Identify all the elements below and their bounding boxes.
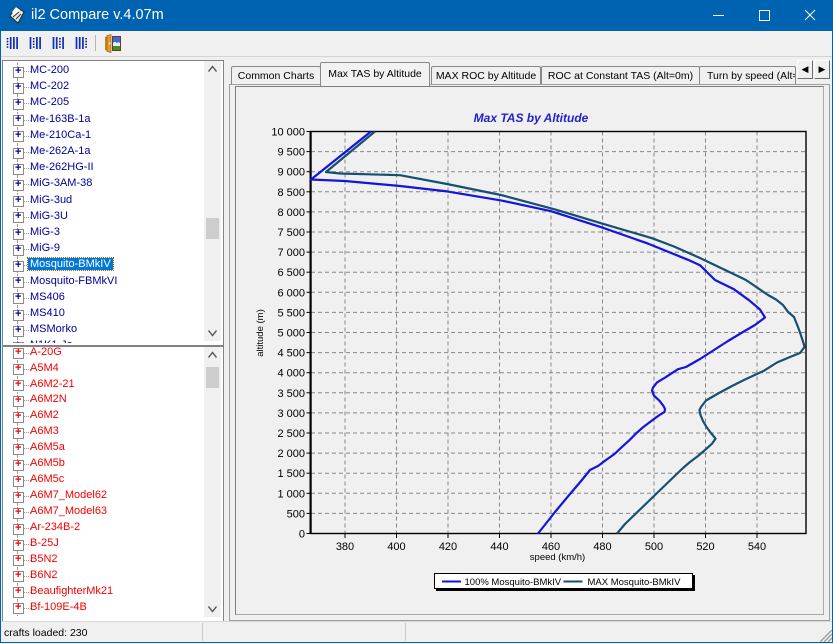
- svg-text:1 000: 1 000: [277, 488, 305, 500]
- svg-text:3 000: 3 000: [277, 408, 305, 420]
- svg-text:6 500: 6 500: [277, 267, 305, 279]
- svg-text:4 500: 4 500: [277, 348, 305, 360]
- svg-text:500: 500: [287, 508, 305, 520]
- svg-text:420: 420: [439, 541, 457, 553]
- svg-text:2 000: 2 000: [277, 448, 305, 460]
- svg-text:6 000: 6 000: [277, 287, 305, 299]
- svg-text:380: 380: [336, 541, 354, 553]
- svg-text:speed (km/h): speed (km/h): [530, 552, 585, 563]
- svg-text:3 500: 3 500: [277, 388, 305, 400]
- svg-text:100% Mosquito-BMkIV: 100% Mosquito-BMkIV: [465, 577, 562, 588]
- svg-text:480: 480: [593, 541, 611, 553]
- svg-text:5 500: 5 500: [277, 307, 305, 319]
- svg-text:4 000: 4 000: [277, 368, 305, 380]
- svg-text:0: 0: [299, 529, 305, 541]
- svg-text:5 000: 5 000: [277, 328, 305, 340]
- svg-text:7 500: 7 500: [277, 227, 305, 239]
- svg-text:9 500: 9 500: [277, 147, 305, 159]
- svg-text:8 500: 8 500: [277, 187, 305, 199]
- svg-text:520: 520: [696, 541, 714, 553]
- svg-text:MAX Mosquito-BMkIV: MAX Mosquito-BMkIV: [588, 577, 682, 588]
- svg-text:440: 440: [490, 541, 508, 553]
- svg-text:7 000: 7 000: [277, 247, 305, 259]
- svg-text:8 000: 8 000: [277, 207, 305, 219]
- svg-text:altitude (m): altitude (m): [255, 309, 266, 357]
- svg-text:540: 540: [748, 541, 766, 553]
- svg-text:1 500: 1 500: [277, 468, 305, 480]
- svg-text:500: 500: [645, 541, 663, 553]
- svg-text:Max TAS by Altitude: Max TAS by Altitude: [474, 111, 589, 125]
- svg-text:9 000: 9 000: [277, 167, 305, 179]
- svg-text:400: 400: [387, 541, 405, 553]
- svg-text:2 500: 2 500: [277, 428, 305, 440]
- svg-text:10 000: 10 000: [271, 127, 305, 139]
